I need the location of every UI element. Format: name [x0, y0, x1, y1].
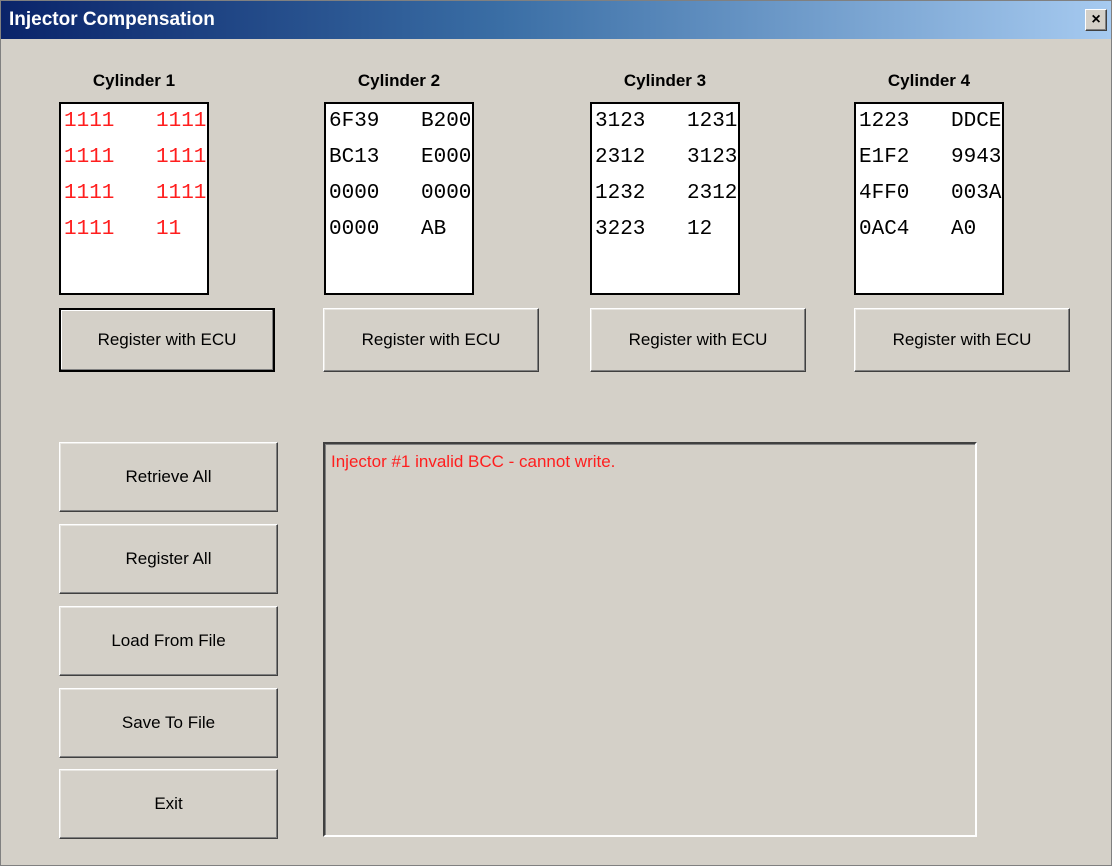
title-bar[interactable]: Injector Compensation ×: [1, 1, 1111, 39]
code-cell: 2312: [595, 146, 646, 169]
code-cell: DDCE: [951, 110, 1002, 133]
code-cell: 4FF0: [859, 182, 910, 205]
code-row: 2312 3123: [595, 146, 738, 182]
status-message: Injector #1 invalid BCC - cannot write.: [331, 452, 616, 471]
cylinder-2-register-button[interactable]: Register with ECU: [323, 308, 539, 372]
code-cell: 0000: [421, 182, 472, 205]
cylinder-1-code-box[interactable]: 1111 1111 1111 1111 1111 1111 1111 11: [59, 102, 209, 295]
code-row: 0000 0000: [329, 182, 472, 218]
code-cell: 1232: [595, 182, 646, 205]
code-cell: 003A: [951, 182, 1002, 205]
code-cell: 1111: [156, 146, 207, 169]
code-cell: B200: [421, 110, 472, 133]
status-log[interactable]: Injector #1 invalid BCC - cannot write.: [323, 442, 977, 837]
code-row: E1F2 9943: [859, 146, 1002, 182]
load-from-file-button[interactable]: Load From File: [59, 606, 278, 676]
code-cell: 3123: [687, 146, 738, 169]
code-cell: 1111: [64, 218, 115, 241]
code-row: 4FF0 003A: [859, 182, 1002, 218]
code-row: BC13 E000: [329, 146, 472, 182]
code-cell: 0000: [329, 218, 380, 241]
code-row: 1111 1111: [64, 146, 207, 182]
code-row: 1232 2312: [595, 182, 738, 218]
cylinder-4-register-button[interactable]: Register with ECU: [854, 308, 1070, 372]
code-row: 1111 1111: [64, 110, 207, 146]
code-cell: 1111: [156, 110, 207, 133]
close-button[interactable]: ×: [1085, 9, 1107, 31]
code-cell: 2312: [687, 182, 738, 205]
code-cell: E1F2: [859, 146, 910, 169]
code-cell: 12: [687, 218, 713, 241]
code-row: 1111 1111: [64, 182, 207, 218]
code-cell: A0: [951, 218, 977, 241]
cylinder-4-code-box[interactable]: 1223 DDCE E1F2 9943 4FF0 003A 0AC4 A0: [854, 102, 1004, 295]
code-cell: 0AC4: [859, 218, 910, 241]
code-cell: 1111: [64, 110, 115, 133]
code-cell: 3123: [595, 110, 646, 133]
code-row: 0AC4 A0: [859, 218, 1002, 254]
cylinder-1-label: Cylinder 1: [92, 71, 176, 90]
cylinder-1-register-button[interactable]: Register with ECU: [59, 308, 275, 372]
code-cell: 1111: [64, 146, 115, 169]
code-cell: 1111: [64, 182, 115, 205]
code-cell: 9943: [951, 146, 1002, 169]
injector-compensation-dialog: Injector Compensation × Cylinder 1 1111 1…: [0, 0, 1112, 866]
cylinder-2-label: Cylinder 2: [357, 71, 441, 90]
cylinder-3-register-button[interactable]: Register with ECU: [590, 308, 806, 372]
code-cell: AB: [421, 218, 447, 241]
save-to-file-button[interactable]: Save To File: [59, 688, 278, 758]
register-all-button[interactable]: Register All: [59, 524, 278, 594]
cylinder-3-label: Cylinder 3: [623, 71, 707, 90]
code-cell: 1111: [156, 182, 207, 205]
code-cell: 6F39: [329, 110, 380, 133]
code-cell: 11: [156, 218, 182, 241]
code-row: 1111 11: [64, 218, 207, 254]
code-cell: BC13: [329, 146, 380, 169]
code-row: 3223 12: [595, 218, 738, 254]
code-cell: 1223: [859, 110, 910, 133]
code-cell: 3223: [595, 218, 646, 241]
cylinder-3-code-box[interactable]: 3123 1231 2312 3123 1232 2312 3223 12: [590, 102, 740, 295]
window-title: Injector Compensation: [9, 9, 215, 30]
code-cell: 1231: [687, 110, 738, 133]
code-cell: E000: [421, 146, 472, 169]
code-row: 6F39 B200: [329, 110, 472, 146]
code-row: 1223 DDCE: [859, 110, 1002, 146]
retrieve-all-button[interactable]: Retrieve All: [59, 442, 278, 512]
cylinder-2-code-box[interactable]: 6F39 B200 BC13 E000 0000 0000 0000 AB: [324, 102, 474, 295]
close-icon: ×: [1091, 11, 1101, 28]
exit-button[interactable]: Exit: [59, 769, 278, 839]
code-row: 3123 1231: [595, 110, 738, 146]
code-row: 0000 AB: [329, 218, 472, 254]
cylinder-4-label: Cylinder 4: [887, 71, 971, 90]
code-cell: 0000: [329, 182, 380, 205]
